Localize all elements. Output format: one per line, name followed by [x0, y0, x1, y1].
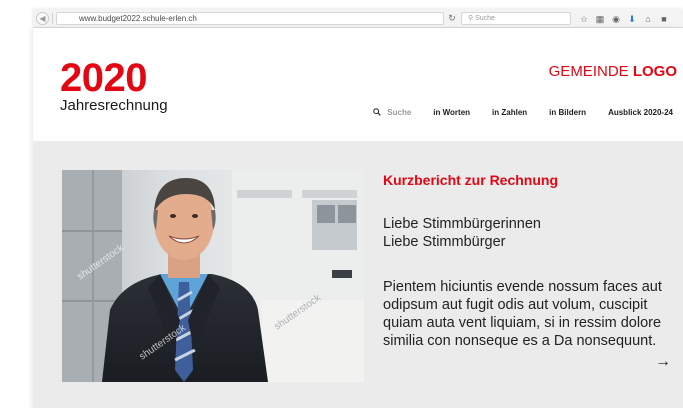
logo-bold-text: LOGO: [632, 63, 677, 80]
browser-search-placeholder: Suche: [475, 15, 495, 22]
search-icon: [373, 108, 382, 116]
main-nav: Suche in Worten in Zahlen in Bildern Aus…: [373, 106, 673, 118]
pocket-icon[interactable]: ◉: [611, 14, 621, 24]
page-year-title: 2020: [60, 56, 147, 100]
browser-search-input[interactable]: ⚲ Suche: [461, 12, 571, 25]
page-subtitle: Jahresrechnung: [60, 97, 168, 114]
web-page: 2020 Jahresrechnung GEMEINDE LOGO Suche …: [33, 28, 683, 408]
home-icon[interactable]: ⌂: [643, 14, 653, 24]
nav-item-in-bildern[interactable]: in Bildern: [549, 108, 586, 117]
greeting-line-2: Liebe Stimmbürger: [383, 234, 506, 250]
extension-icon[interactable]: ■: [659, 14, 669, 24]
report-title: Kurzbericht zur Rechnung: [383, 172, 559, 188]
reload-icon[interactable]: ↻: [445, 12, 459, 25]
content-band: shutterstock shutterstock shutterstock K…: [33, 141, 683, 408]
arrow-right-icon[interactable]: →: [655, 354, 671, 370]
download-icon[interactable]: ⬇: [627, 14, 637, 24]
nav-item-in-worten[interactable]: in Worten: [433, 108, 470, 117]
nav-search-label: Suche: [387, 107, 412, 117]
portrait-photo: shutterstock shutterstock shutterstock: [62, 170, 364, 382]
nav-item-in-zahlen[interactable]: in Zahlen: [492, 108, 527, 117]
reading-list-icon[interactable]: ▦: [595, 14, 605, 24]
address-bar[interactable]: www.budget2022.schule-erlen.ch: [56, 12, 444, 25]
greeting: Liebe Stimmbürgerinnen Liebe Stimmbürger: [383, 215, 541, 251]
logo-prefix: GEMEINDE: [548, 63, 633, 80]
toolbar-separator: [52, 13, 53, 24]
back-arrow-icon[interactable]: ◀: [36, 12, 49, 25]
nav-item-ausblick[interactable]: Ausblick 2020-24: [608, 108, 673, 117]
toolbar-icons: ☆ ▦ ◉ ⬇ ⌂ ■: [579, 12, 669, 25]
nav-search[interactable]: Suche: [373, 108, 411, 117]
site-logo[interactable]: GEMEINDE LOGO: [549, 64, 677, 80]
bookmark-star-icon[interactable]: ☆: [579, 14, 589, 24]
greeting-line-1: Liebe Stimmbürgerinnen: [383, 216, 541, 232]
browser-toolbar: ◀ www.budget2022.schule-erlen.ch ↻ ⚲ Suc…: [33, 9, 683, 28]
report-body: Pientem hiciuntis evende nossum faces au…: [383, 279, 662, 349]
